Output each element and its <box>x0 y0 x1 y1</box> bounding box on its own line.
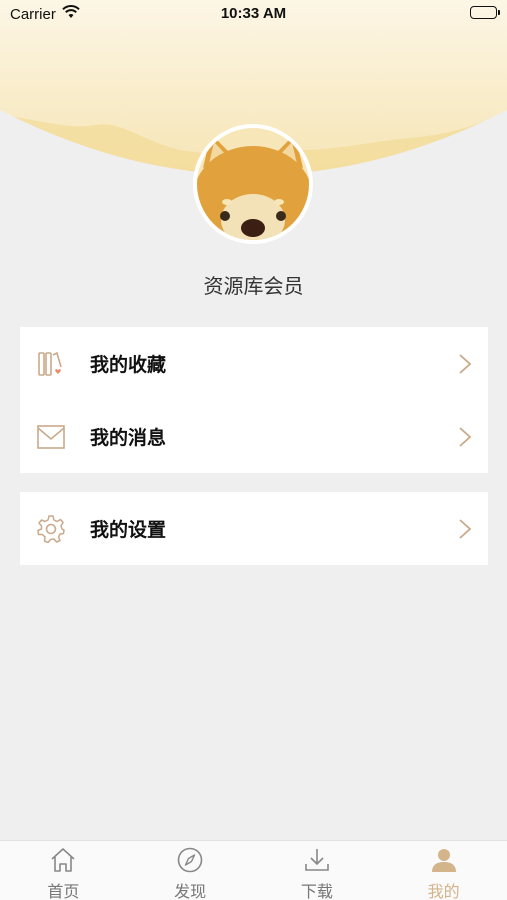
compass-icon <box>176 847 204 873</box>
avatar[interactable] <box>193 124 313 244</box>
tab-download[interactable]: 下载 <box>254 841 381 900</box>
tab-home[interactable]: 首页 <box>0 841 127 900</box>
menu-item-messages[interactable]: 我的消息 <box>20 400 488 473</box>
menu-item-label: 我的设置 <box>90 519 167 541</box>
gear-icon <box>37 515 65 544</box>
chevron-right-icon <box>458 426 472 448</box>
status-time: 10:33 AM <box>220 5 287 22</box>
menu-card-primary: 我的收藏 我的消息 <box>20 327 488 473</box>
chevron-right-icon <box>458 518 472 540</box>
menu-item-favorites[interactable]: 我的收藏 <box>20 327 488 400</box>
menu-item-label: 我的消息 <box>90 427 167 449</box>
bottom-tab-bar: 首页 发现 下载 我的 <box>0 840 507 900</box>
home-icon <box>49 847 77 873</box>
menu-item-settings[interactable]: 我的设置 <box>20 492 488 565</box>
username: 资源库会员 <box>203 274 304 298</box>
shiba-dog-avatar-icon <box>197 128 309 240</box>
chevron-right-icon <box>458 353 472 375</box>
person-icon <box>430 847 458 873</box>
tab-mine[interactable]: 我的 <box>380 841 507 900</box>
battery-icon <box>470 6 500 19</box>
tab-label: 发现 <box>174 882 207 900</box>
envelope-icon <box>37 423 65 451</box>
status-bar: Carrier 10:33 AM <box>0 0 507 30</box>
menu-card-settings: 我的设置 <box>20 492 488 565</box>
download-icon <box>303 847 331 873</box>
tab-discover[interactable]: 发现 <box>127 841 254 900</box>
menu-item-label: 我的收藏 <box>90 354 167 376</box>
tab-label: 下载 <box>300 882 333 900</box>
books-heart-icon <box>37 350 65 378</box>
tab-label: 我的 <box>427 882 460 900</box>
tab-label: 首页 <box>47 882 80 900</box>
